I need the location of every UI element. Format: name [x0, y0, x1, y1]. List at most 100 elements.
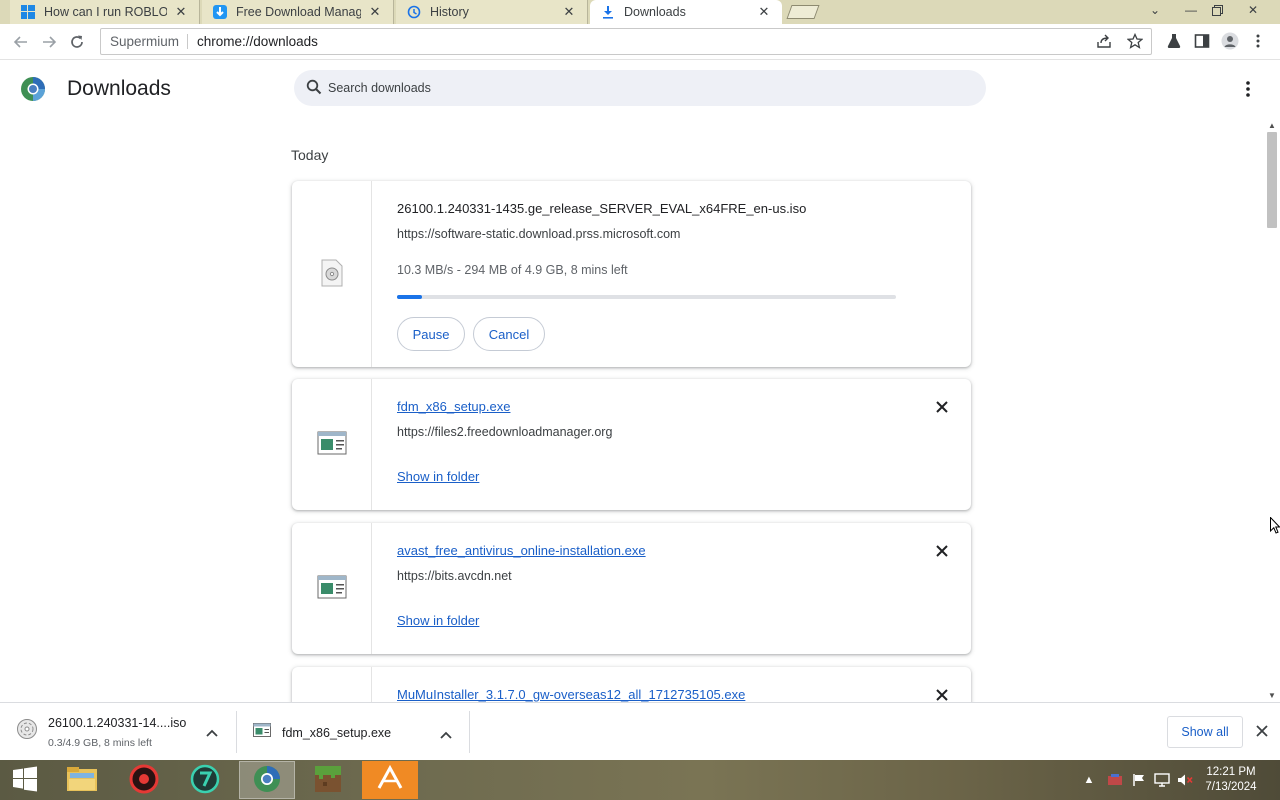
close-icon[interactable]: ✕	[561, 4, 577, 20]
tab-title: Downloads	[624, 5, 686, 19]
installer-file-icon	[317, 575, 347, 602]
taskbar-supermium[interactable]	[239, 761, 295, 799]
show-in-folder-link[interactable]: Show in folder	[397, 469, 479, 484]
show-all-button[interactable]: Show all	[1167, 716, 1243, 748]
search-icon	[306, 79, 322, 98]
tray-overflow-icon[interactable]: ▲	[1082, 760, 1096, 800]
fdm-icon	[212, 4, 228, 20]
tray-network-app-icon[interactable]	[1106, 760, 1124, 800]
remove-close-icon[interactable]	[932, 541, 952, 561]
remove-close-icon[interactable]	[932, 397, 952, 417]
restore-icon[interactable]	[1202, 0, 1232, 20]
chevron-up-icon[interactable]	[440, 727, 452, 742]
shelf-download-item[interactable]: fdm_x86_setup.exe	[245, 711, 465, 753]
mouse-cursor-icon	[1270, 516, 1280, 537]
network-monitor-icon[interactable]	[1153, 760, 1171, 800]
file-name-link[interactable]: fdm_x86_setup.exe	[397, 399, 510, 414]
action-center-flag-icon[interactable]	[1130, 760, 1148, 800]
show-in-folder-link[interactable]: Show in folder	[397, 613, 479, 628]
profile-avatar-icon[interactable]	[1218, 29, 1242, 53]
icon-column	[292, 181, 372, 367]
side-panel-icon[interactable]	[1190, 29, 1214, 53]
scroll-thumb[interactable]	[1267, 132, 1277, 228]
tab-history[interactable]: History ✕	[396, 0, 588, 24]
progress-bar	[397, 295, 896, 299]
more-options-icon[interactable]	[1236, 77, 1260, 101]
file-name-link[interactable]: avast_free_antivirus_online-installation…	[397, 543, 646, 558]
disc-image-file-icon	[320, 259, 344, 290]
bookmark-star-icon[interactable]	[1123, 29, 1147, 53]
chevron-up-icon[interactable]	[206, 725, 218, 740]
windows-taskbar: ▲ 12:21 PM 7/13/2024	[0, 760, 1280, 800]
taskbar-clock[interactable]: 12:21 PM 7/13/2024	[1198, 765, 1264, 795]
shelf-divider	[469, 711, 470, 753]
tab-title: History	[430, 5, 469, 19]
remove-close-icon[interactable]	[932, 685, 952, 702]
taskbar-app-orange[interactable]	[362, 761, 418, 799]
download-status: 10.3 MB/s - 294 MB of 4.9 GB, 8 mins lef…	[397, 263, 628, 277]
progress-fill	[397, 295, 422, 299]
downloads-list: Today 26100.1.240331-1435.ge_release_SER…	[0, 118, 1264, 702]
extensions-flask-icon[interactable]	[1162, 29, 1186, 53]
source-url: https://files2.freedownloadmanager.org	[397, 425, 613, 439]
address-bar[interactable]: Supermium chrome://downloads	[100, 28, 1152, 55]
source-url: https://bits.avcdn.net	[397, 569, 512, 583]
taskbar-minecraft[interactable]	[300, 761, 356, 799]
tab-title: Free Download Manag	[236, 5, 361, 19]
reload-icon[interactable]	[64, 29, 90, 55]
back-arrow-icon[interactable]	[8, 29, 34, 55]
download-item: avast_free_antivirus_online-installation…	[292, 523, 971, 654]
download-item: MuMuInstaller_3.1.7.0_gw-overseas12_all_…	[292, 667, 971, 702]
close-shelf-icon[interactable]	[1256, 725, 1268, 740]
tab-roblox[interactable]: How can I run ROBLOX ✕	[10, 0, 200, 24]
share-icon[interactable]	[1092, 29, 1116, 53]
installer-file-icon	[317, 431, 347, 458]
clock-date: 7/13/2024	[1205, 781, 1257, 793]
date-section-label: Today	[291, 147, 329, 163]
scroll-down-arrow-icon[interactable]: ▼	[1264, 688, 1280, 702]
tab-fdm[interactable]: Free Download Manag ✕	[202, 0, 394, 24]
vpn-shield-icon	[190, 764, 220, 797]
shelf-download-item[interactable]: 26100.1.240331-14....iso 0.3/4.9 GB, 8 m…	[10, 711, 230, 753]
shelf-file-name: fdm_x86_setup.exe	[282, 726, 392, 740]
grass-block-icon	[313, 764, 343, 797]
new-tab-button[interactable]	[786, 5, 820, 19]
search-downloads-field[interactable]: Search downloads	[294, 70, 986, 106]
download-item: fdm_x86_setup.exe https://files2.freedow…	[292, 379, 971, 510]
file-name: 26100.1.240331-1435.ge_release_SERVER_EV…	[397, 201, 807, 216]
supermium-logo-icon	[20, 76, 46, 102]
source-url: https://software-static.download.prss.mi…	[397, 227, 681, 241]
download-item: 26100.1.240331-1435.ge_release_SERVER_EV…	[292, 181, 971, 367]
page-scrollbar[interactable]: ▲ ▼	[1264, 118, 1280, 702]
red-gear-app-icon	[129, 764, 159, 797]
supermium-browser-icon	[252, 764, 282, 797]
volume-muted-icon[interactable]	[1176, 760, 1194, 800]
file-name-link[interactable]: MuMuInstaller_3.1.7.0_gw-overseas12_all_…	[397, 687, 745, 702]
search-input[interactable]: Search downloads	[328, 81, 431, 95]
window-close-icon[interactable]: ✕	[1238, 0, 1268, 20]
clock-time: 12:21 PM	[1206, 766, 1256, 778]
orange-app-icon	[375, 764, 405, 797]
icon-column	[292, 379, 372, 510]
tab-downloads[interactable]: Downloads ✕	[590, 0, 782, 24]
scroll-up-arrow-icon[interactable]: ▲	[1264, 118, 1280, 132]
folder-icon	[66, 765, 98, 796]
close-icon[interactable]: ✕	[367, 4, 383, 20]
windows-logo-icon	[20, 4, 36, 20]
taskbar-app-red[interactable]	[116, 761, 172, 799]
taskbar-file-explorer[interactable]	[54, 761, 110, 799]
taskbar-app-teal[interactable]	[177, 761, 233, 799]
tab-search-icon[interactable]: ⌄	[1140, 0, 1170, 20]
tab-strip: How can I run ROBLOX ✕ Free Download Man…	[0, 0, 1280, 24]
forward-arrow-icon[interactable]	[36, 29, 62, 55]
pause-button[interactable]: Pause	[397, 317, 465, 351]
icon-column	[292, 523, 372, 654]
downloads-header: Downloads Search downloads	[0, 60, 1280, 118]
browser-menu-icon[interactable]	[1246, 29, 1270, 53]
address-url[interactable]: chrome://downloads	[197, 34, 318, 49]
close-icon[interactable]: ✕	[173, 4, 189, 20]
close-icon[interactable]: ✕	[756, 4, 772, 20]
start-button[interactable]	[0, 761, 50, 799]
cancel-button[interactable]: Cancel	[473, 317, 545, 351]
site-chip[interactable]: Supermium	[110, 34, 189, 49]
